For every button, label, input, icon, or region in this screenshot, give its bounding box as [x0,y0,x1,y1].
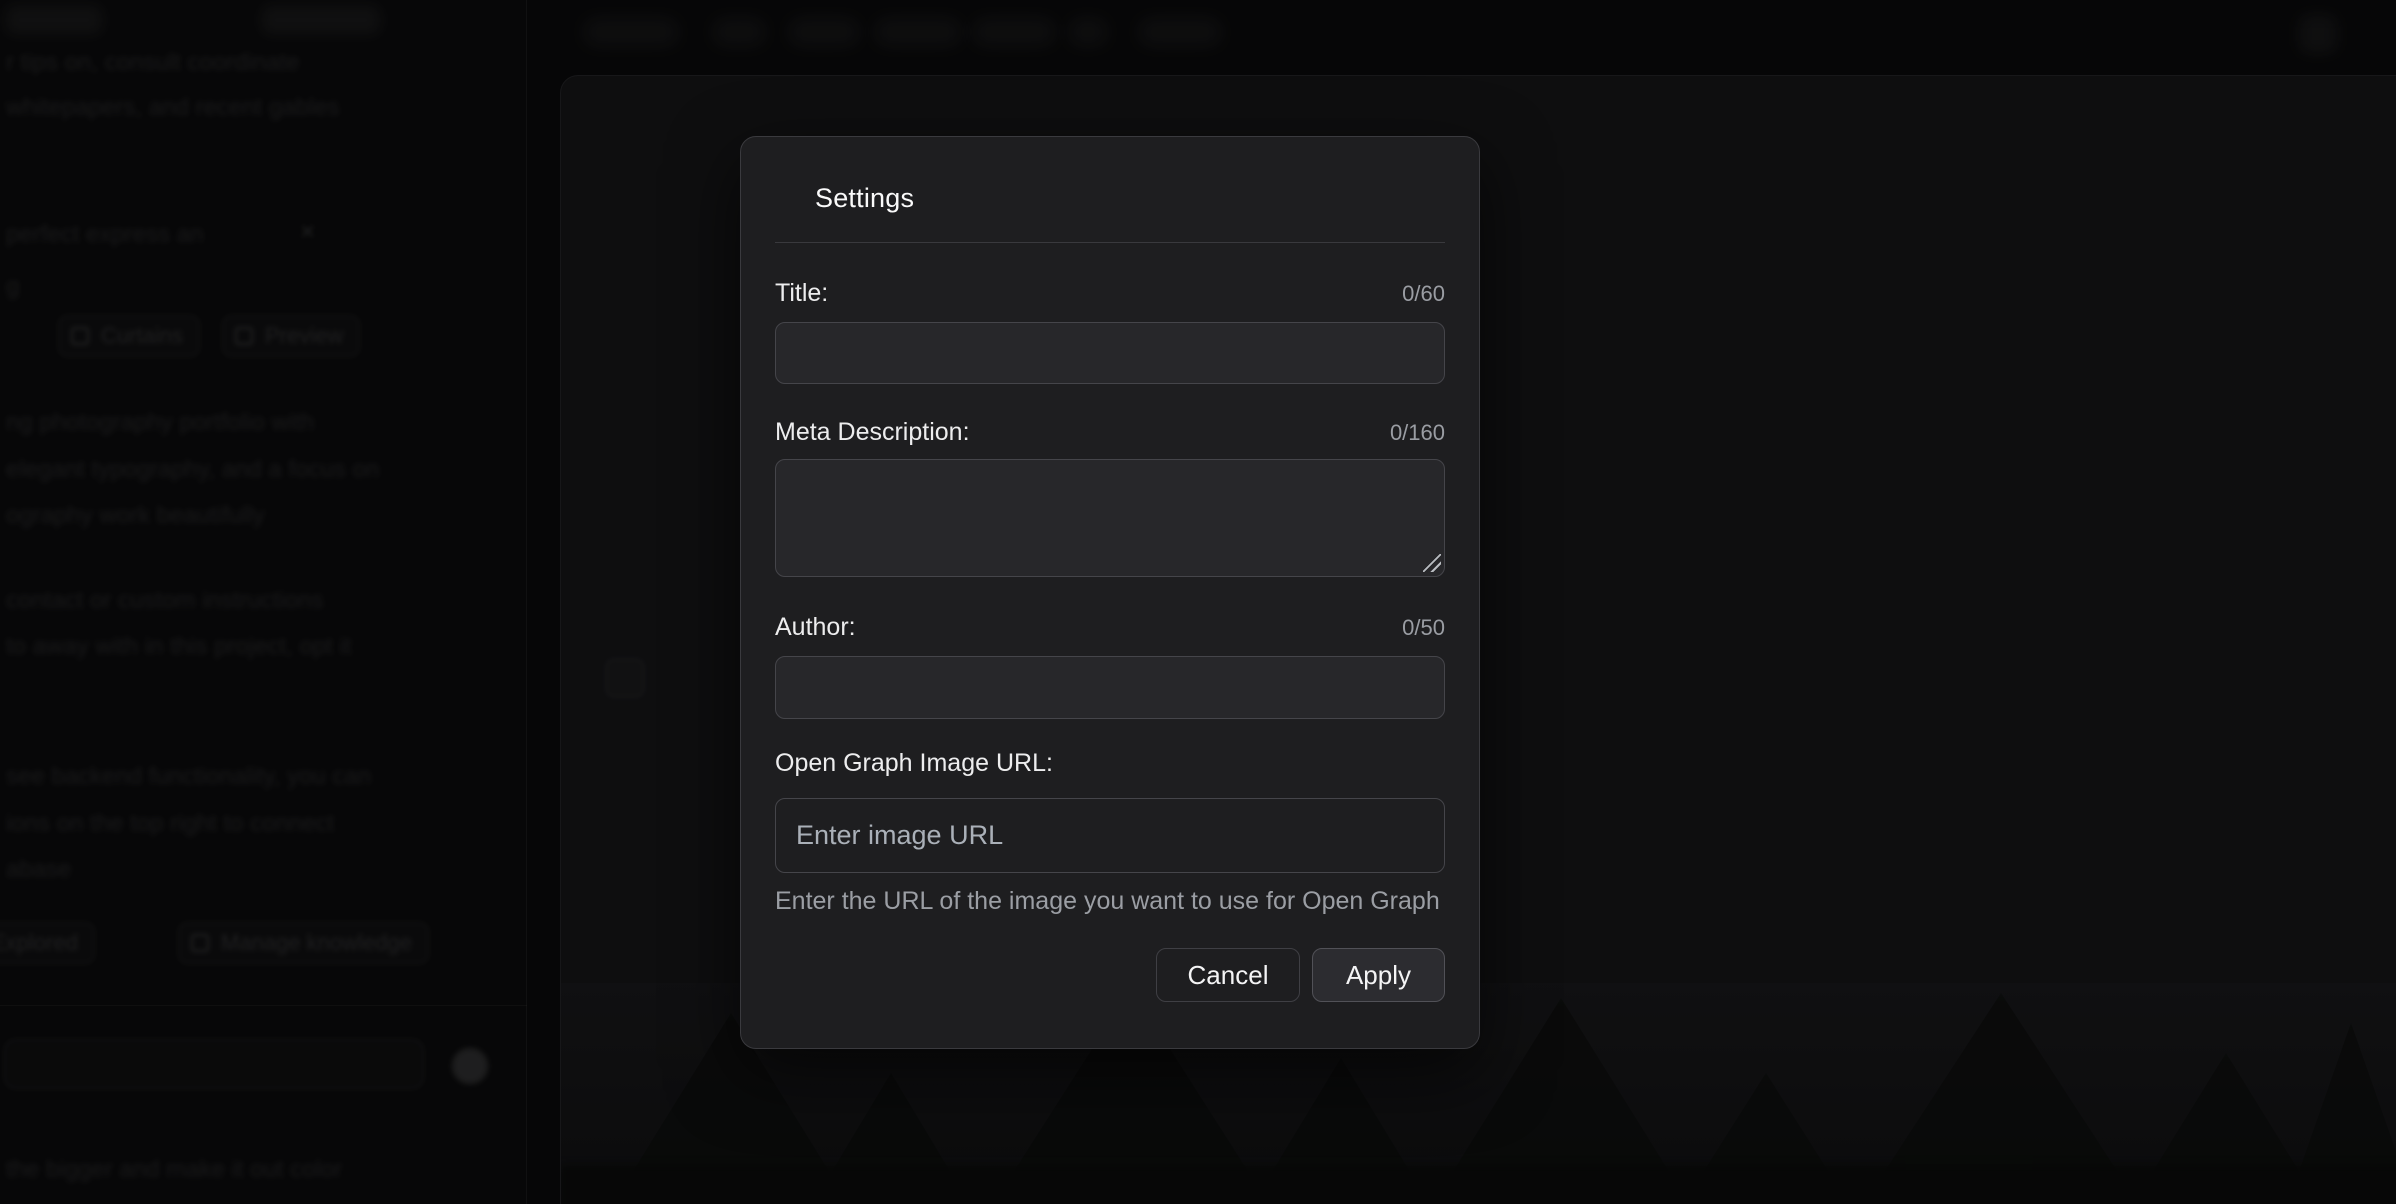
title-label: Title: [775,279,828,308]
og-image-url-label: Open Graph Image URL: [775,749,1053,778]
meta-description-counter: 0/160 [1390,420,1445,446]
og-image-url-input[interactable] [775,798,1445,873]
title-counter: 0/60 [1402,281,1445,307]
dialog-divider [775,242,1445,243]
apply-button[interactable]: Apply [1312,948,1445,1002]
author-counter: 0/50 [1402,615,1445,641]
title-input[interactable] [775,322,1445,384]
meta-description-label: Meta Description: [775,418,970,447]
og-image-url-helper: Enter the URL of the image you want to u… [775,887,1445,916]
meta-description-textarea[interactable] [775,459,1445,577]
cancel-button[interactable]: Cancel [1156,948,1300,1002]
settings-dialog: Settings Title: 0/60 Meta Description: 0… [740,136,1480,1049]
dialog-title: Settings [775,183,1445,214]
author-input[interactable] [775,656,1445,719]
author-label: Author: [775,613,856,642]
